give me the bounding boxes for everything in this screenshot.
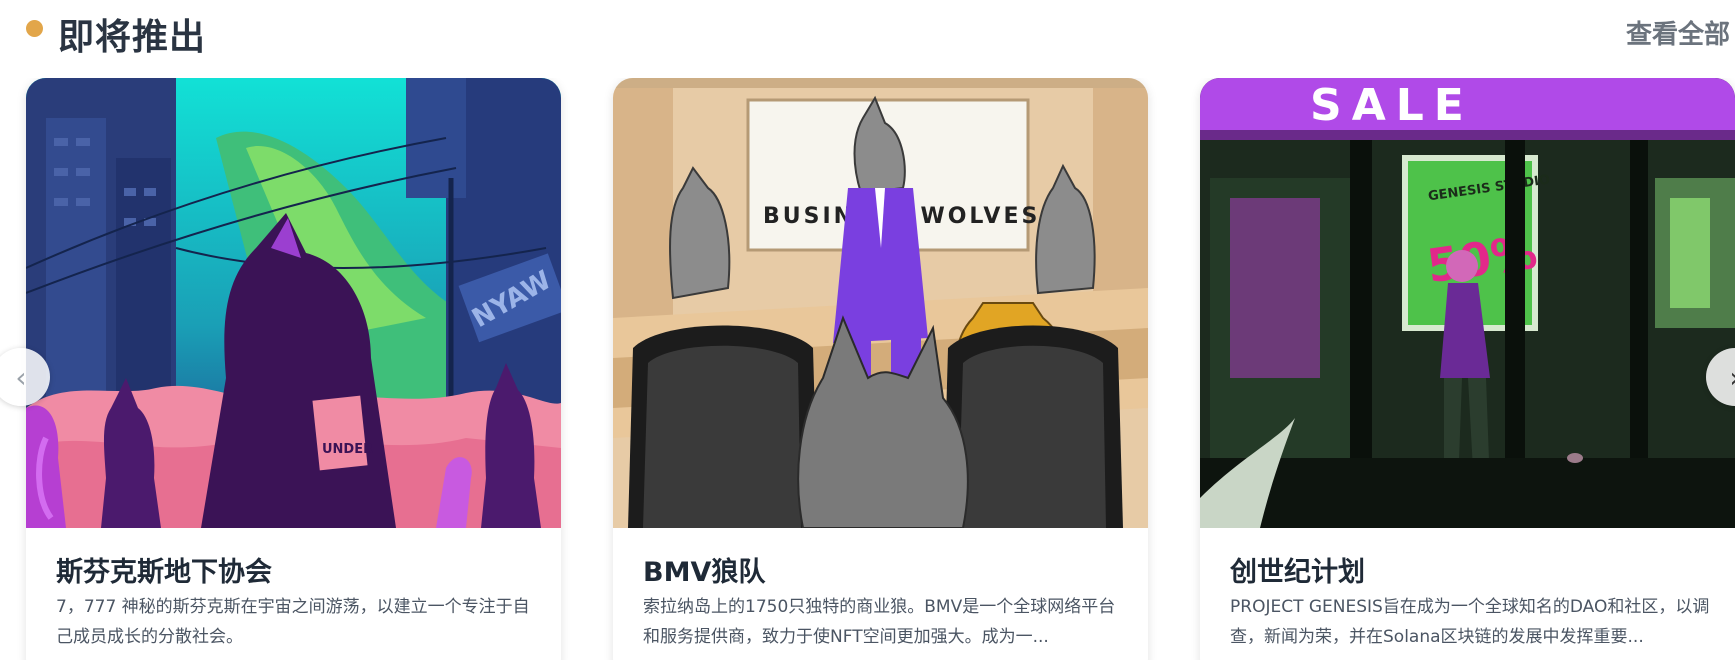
- project-card-description: 索拉纳岛上的1750只独特的商业狼。BMV是一个全球网络平台和服务提供商，致力于…: [643, 597, 1116, 647]
- project-card[interactable]: NYAW UNDER 斯芬克斯地下协会 7，777 神秘的斯芬克斯在宇宙之间游荡…: [26, 78, 561, 660]
- chevron-right-icon: ›: [1729, 361, 1735, 394]
- section-header: 即将推出 查看全部: [0, 0, 1735, 62]
- section-bullet-icon: [26, 20, 43, 37]
- view-all-link[interactable]: 查看全部: [1626, 14, 1730, 51]
- project-card-title: BMV狼队: [643, 557, 766, 588]
- chevron-left-icon: ‹: [15, 360, 27, 394]
- art-hoodie-text: UNDER: [322, 442, 373, 457]
- project-card-description: 7，777 神秘的斯芬克斯在宇宙之间游荡，以建立一个专注于自己成员成长的分散社会…: [56, 597, 530, 647]
- section-title: 即将推出: [58, 17, 207, 58]
- project-card[interactable]: SALE GENESIS STUDIO 50% 创世纪计划 PROJECT GE…: [1200, 78, 1735, 660]
- project-card-title: 斯芬克斯地下协会: [56, 557, 272, 588]
- project-card[interactable]: BUSINESS WOLVES BMV狼队 索拉纳岛上的1750只独特的商业狼。…: [613, 78, 1148, 660]
- art-sale-sign: SALE: [1310, 80, 1474, 131]
- project-card-image: SALE GENESIS STUDIO 50%: [1200, 78, 1735, 528]
- coming-soon-carousel: NYAW UNDER 斯芬克斯地下协会 7，777 神秘的斯芬克斯在宇宙之间游荡…: [0, 78, 1735, 660]
- project-card-title: 创世纪计划: [1230, 557, 1365, 588]
- project-card-image: NYAW UNDER: [26, 78, 561, 528]
- project-card-description: PROJECT GENESIS旨在成为一个全球知名的DAO和社区，以调查，新闻为…: [1230, 597, 1710, 647]
- project-card-image: BUSINESS WOLVES: [613, 78, 1148, 528]
